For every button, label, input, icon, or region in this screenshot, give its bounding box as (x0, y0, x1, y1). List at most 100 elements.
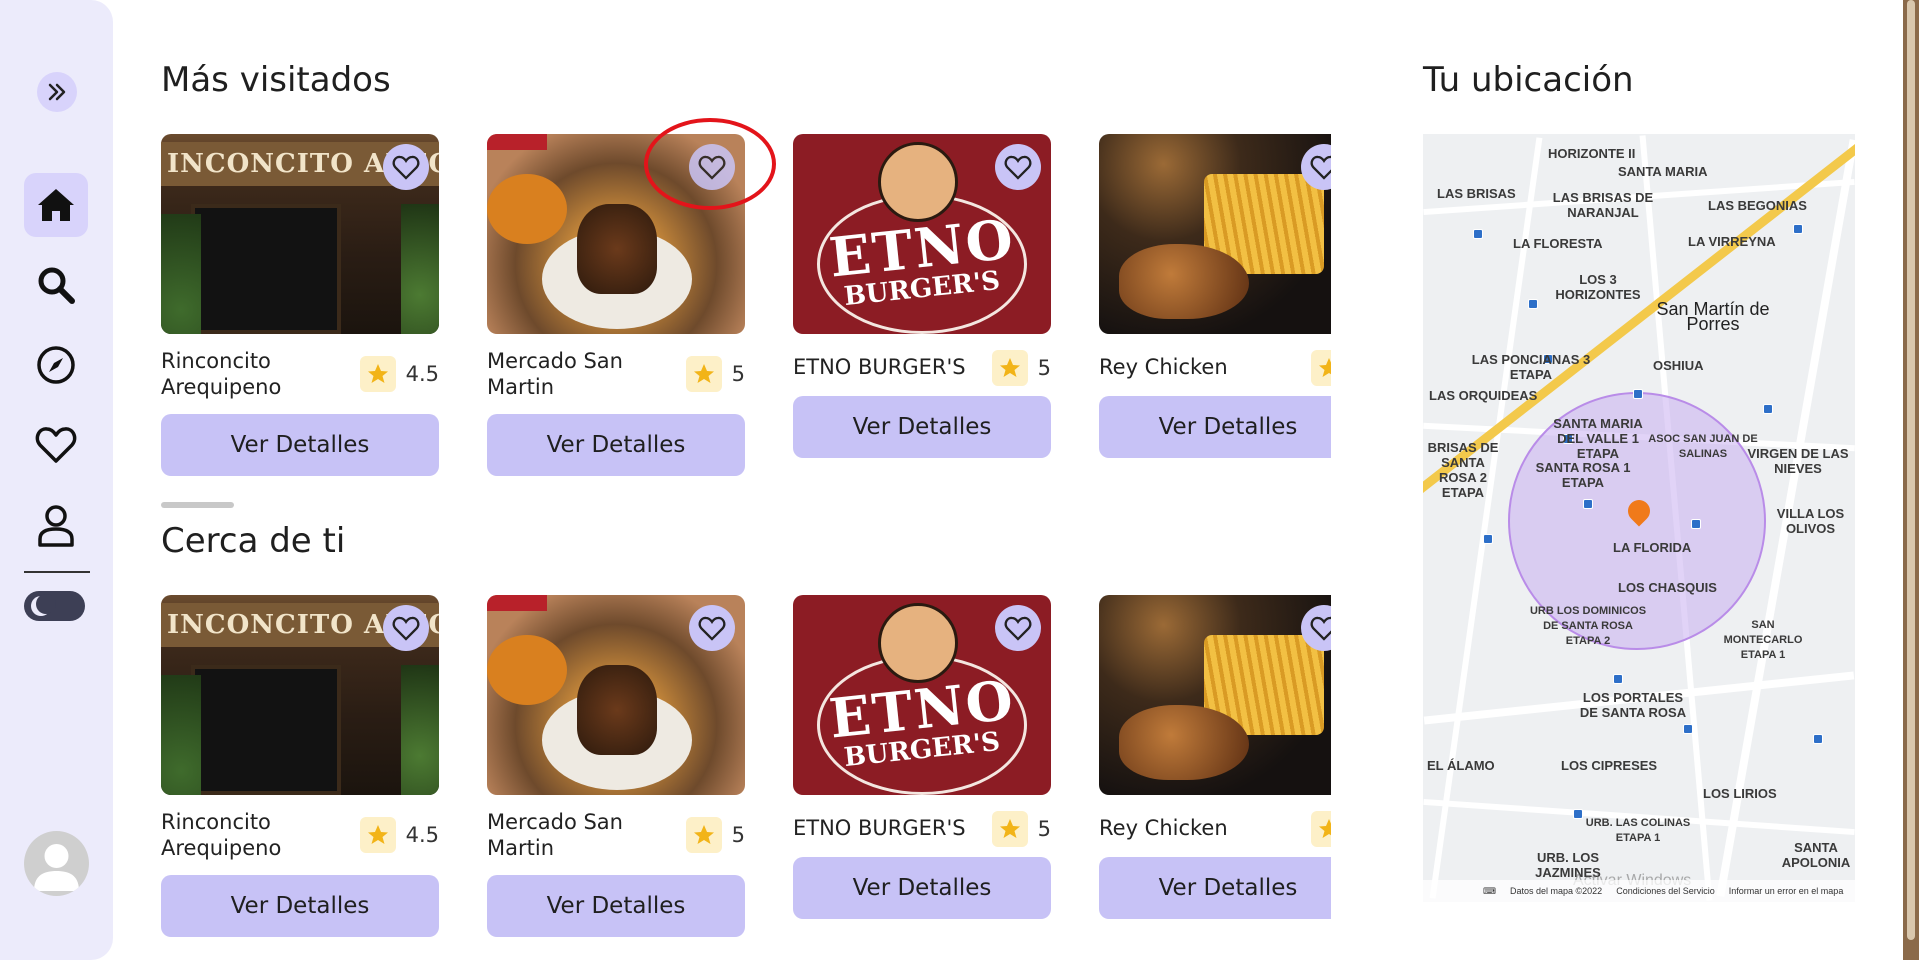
map-attribution: Datos del mapa ©2022 (1510, 886, 1603, 896)
map-label: URB. LAS COLINAS ETAPA 1 (1585, 817, 1691, 844)
map-label: LAS PONCIANAS 3 ETAPA (1471, 352, 1591, 382)
annotation-circle (644, 118, 776, 210)
map-label: LAS BRISAS DE NARANJAL (1552, 190, 1654, 220)
restaurant-card: INCONCITO AREQU Rinconcito Arequipeno 4.… (161, 134, 439, 494)
restaurant-image[interactable]: INCONCITO AREQU (161, 134, 439, 334)
star-icon (991, 350, 1028, 386)
restaurant-rating (1311, 811, 1331, 847)
map-label: LOS 3 HORIZONTES (1555, 272, 1641, 302)
favorite-button[interactable] (689, 605, 735, 651)
restaurant-name: ETNO BURGER'S (793, 816, 966, 840)
map-label: VILLA LOS OLIVOS (1776, 506, 1845, 536)
map-label: HORIZONTE II (1548, 146, 1636, 161)
restaurant-rating: 5 (685, 817, 745, 853)
double-chevron-right-icon (48, 83, 66, 101)
star-icon (1311, 350, 1331, 386)
restaurant-image[interactable] (1099, 134, 1331, 334)
heart-icon (1310, 155, 1331, 180)
restaurant-image[interactable]: INCONCITO AREQU (161, 595, 439, 795)
nav-favorites[interactable] (24, 413, 88, 477)
restaurant-name: Rey Chicken (1099, 816, 1228, 840)
view-details-button[interactable]: Ver Detalles (793, 857, 1051, 919)
avatar[interactable] (24, 831, 89, 896)
location-title: Tu ubicación (1423, 60, 1634, 100)
map-label: LOS LIRIOS (1703, 786, 1777, 801)
restaurant-image[interactable] (1099, 595, 1331, 795)
home-icon (38, 189, 74, 221)
map-label: VIRGEN DE LAS NIEVES (1747, 446, 1849, 476)
rating-value: 4.5 (405, 823, 439, 847)
favorite-button[interactable] (383, 605, 429, 651)
map-label: SANTA MARIA DEL VALLE 1 ETAPA (1553, 416, 1643, 461)
restaurant-image[interactable]: ETNO BURGER'S (793, 134, 1051, 334)
restaurant-rating: 5 (991, 350, 1051, 386)
restaurant-card: Rey Chicken Ver Detalles (1099, 595, 1331, 955)
dark-mode-toggle[interactable] (24, 591, 85, 621)
nav-search[interactable] (24, 253, 88, 317)
restaurant-name: ETNO BURGER'S (793, 355, 966, 379)
sidebar-divider (24, 571, 90, 573)
view-details-button[interactable]: Ver Detalles (1099, 396, 1331, 458)
favorite-button[interactable] (995, 144, 1041, 190)
map-report-link[interactable]: Informar un error en el mapa (1729, 886, 1844, 896)
map-label: LA VIRREYNA (1688, 234, 1776, 249)
restaurant-image[interactable]: ETNO BURGER'S (793, 595, 1051, 795)
map-label: LAS BRISAS (1437, 186, 1516, 201)
rating-value: 5 (731, 362, 745, 386)
star-icon (359, 817, 396, 853)
nav-profile[interactable] (24, 493, 88, 557)
map-terms-link[interactable]: Condiciones del Servicio (1616, 886, 1715, 896)
map-label: San Martín de Porres (1656, 299, 1770, 334)
map-label: LA FLORIDA (1613, 540, 1692, 555)
restaurant-name: Rinconcito Arequipeno (161, 810, 282, 860)
map-label: LOS CIPRESES (1561, 758, 1658, 773)
most-visited-title: Más visitados (161, 60, 391, 100)
restaurant-rating: 5 (685, 356, 745, 392)
view-details-button[interactable]: Ver Detalles (487, 875, 745, 937)
expand-sidebar-button[interactable] (37, 72, 77, 112)
restaurant-rating: 4.5 (359, 817, 439, 853)
heart-icon (698, 616, 726, 641)
star-icon (1311, 811, 1331, 847)
restaurant-card: Rey Chicken Ver Detalles (1099, 134, 1331, 494)
moon-icon (31, 594, 56, 616)
heart-icon (1004, 155, 1032, 180)
heart-icon (1310, 616, 1331, 641)
restaurant-rating: 4.5 (359, 356, 439, 392)
heart-icon (392, 155, 420, 180)
favorite-button[interactable] (995, 605, 1041, 651)
nearby-carousel[interactable]: INCONCITO AREQU Rinconcito Arequipeno 4.… (161, 595, 1331, 955)
map-label: SANTA APOLONIA (1781, 840, 1851, 870)
map-label: SANTA ROSA 1 ETAPA (1535, 460, 1631, 490)
compass-icon (37, 346, 75, 384)
restaurant-rating (1311, 350, 1331, 386)
star-icon (685, 817, 722, 853)
location-map[interactable]: HORIZONTE II SANTA MARIA LAS BRISAS LAS … (1423, 134, 1855, 902)
map-label: LAS ORQUIDEAS (1429, 388, 1538, 403)
map-label: SANTA MARIA (1618, 164, 1708, 179)
nav-home[interactable] (24, 173, 88, 237)
view-details-button[interactable]: Ver Detalles (793, 396, 1051, 458)
sidebar (0, 0, 113, 960)
carousel-scroll-indicator[interactable] (161, 502, 234, 508)
view-details-button[interactable]: Ver Detalles (487, 414, 745, 476)
view-details-button[interactable]: Ver Detalles (1099, 857, 1331, 919)
map-label: LAS BEGONIAS (1708, 198, 1807, 213)
map-label: LOS CHASQUIS (1618, 580, 1717, 595)
keyboard-icon[interactable]: ⌨ (1483, 886, 1496, 897)
favorite-button[interactable] (383, 144, 429, 190)
restaurant-name: Mercado San Martin (487, 349, 623, 399)
restaurant-image[interactable] (487, 595, 745, 795)
map-label: EL ÁLAMO (1427, 758, 1495, 773)
page-scrollbar[interactable] (1903, 0, 1919, 960)
restaurant-card: INCONCITO AREQU Rinconcito Arequipeno 4.… (161, 595, 439, 955)
heart-icon (1004, 616, 1032, 641)
map-label: URB LOS DOMINICOS DE SANTA ROSA ETAPA 2 (1529, 605, 1647, 647)
view-details-button[interactable]: Ver Detalles (161, 875, 439, 937)
nav-explore[interactable] (24, 333, 88, 397)
restaurant-name: Rey Chicken (1099, 355, 1228, 379)
star-icon (685, 356, 722, 392)
star-icon (359, 356, 396, 392)
map-label: OSHIUA (1653, 358, 1704, 373)
view-details-button[interactable]: Ver Detalles (161, 414, 439, 476)
